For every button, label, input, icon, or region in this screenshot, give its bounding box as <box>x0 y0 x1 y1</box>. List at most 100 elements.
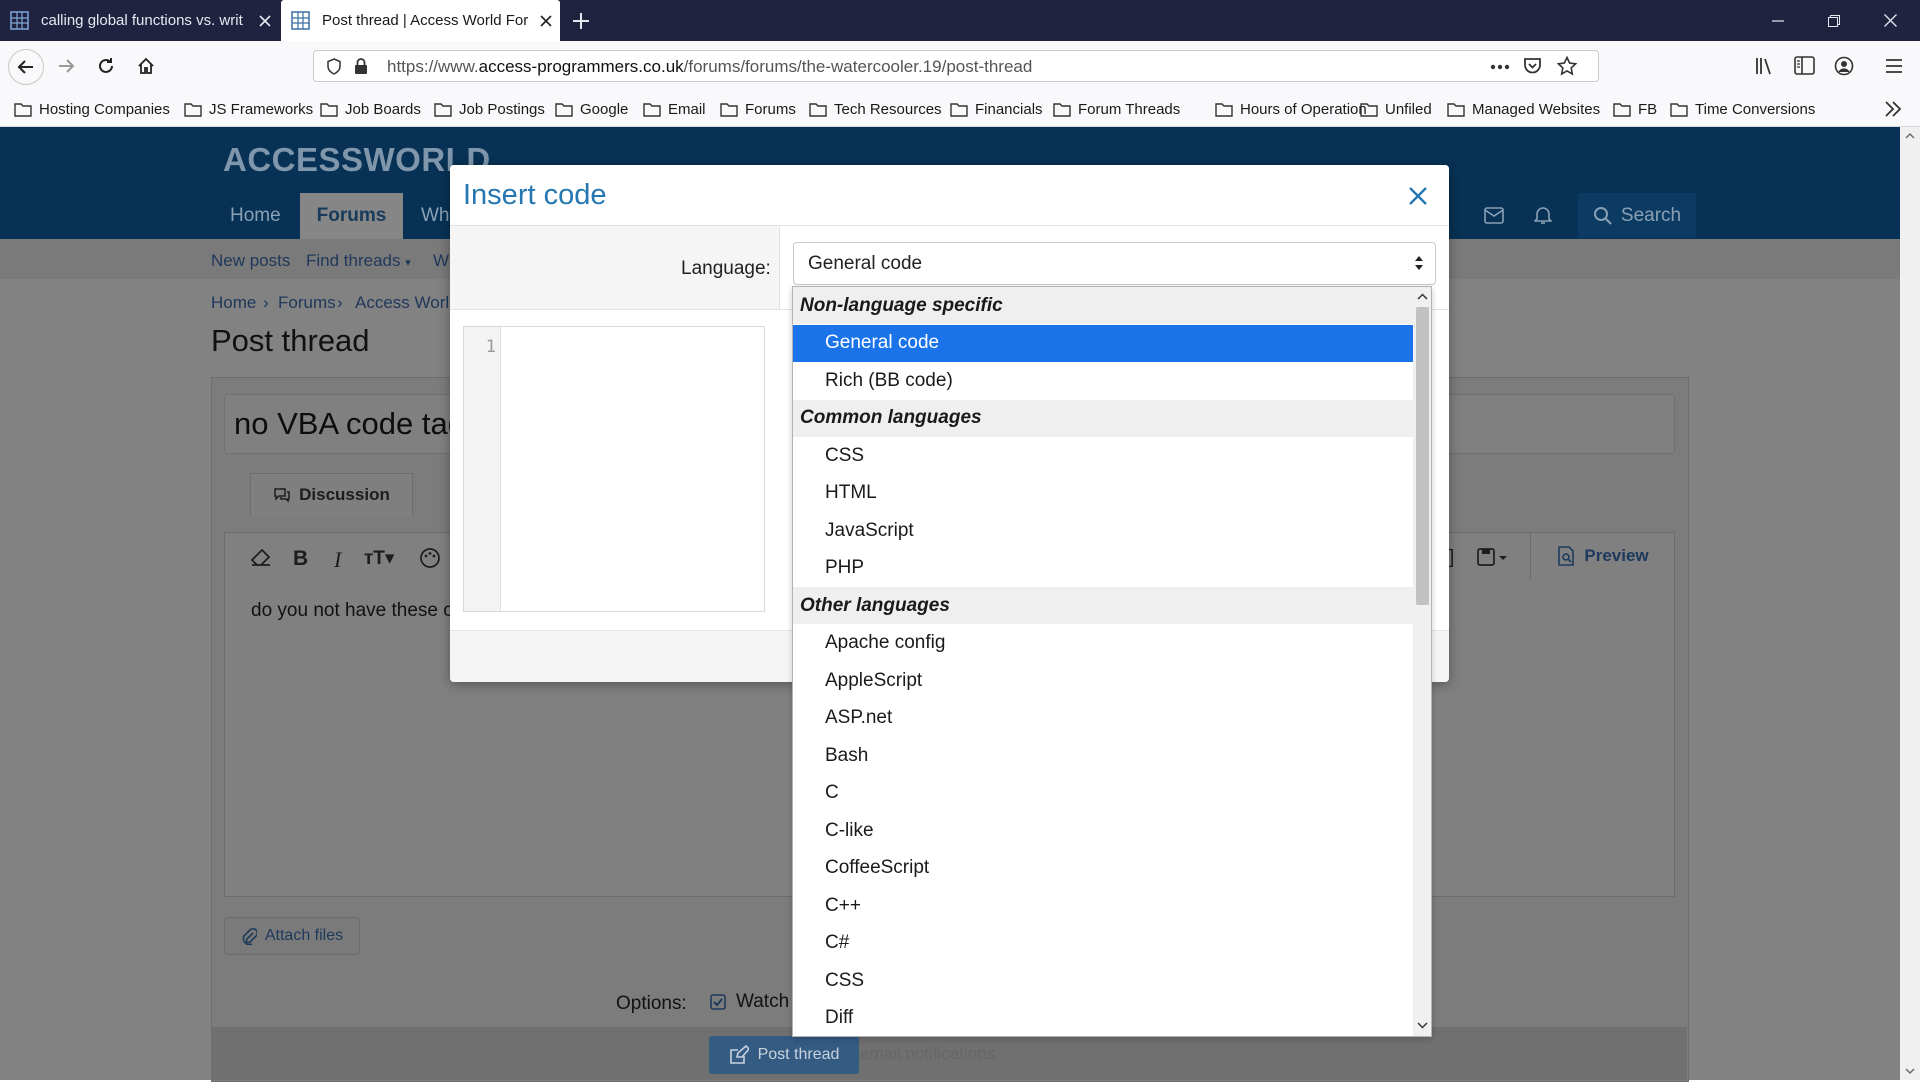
breadcrumb-forum[interactable]: Access World <box>355 293 459 313</box>
dropdown-option[interactable]: Apache config <box>793 625 1413 662</box>
address-bar[interactable]: https://www.access-programmers.co.uk/for… <box>313 50 1599 82</box>
spreadsheet-favicon-icon <box>10 11 29 30</box>
tab-close-icon[interactable] <box>251 14 279 27</box>
checkbox-checked-icon[interactable] <box>710 994 726 1010</box>
forward-button[interactable] <box>49 49 83 83</box>
browser-tab-inactive[interactable]: calling global functions vs. writ <box>0 0 279 41</box>
mail-icon[interactable] <box>1484 207 1504 224</box>
bookmark-label: Hours of Operation <box>1240 100 1367 118</box>
text-size-icon[interactable]: тТ▾ <box>364 547 394 570</box>
drafts-icon[interactable] <box>1477 547 1509 567</box>
back-button[interactable] <box>8 49 44 85</box>
tab-close-icon[interactable] <box>532 14 560 27</box>
watch-option[interactable]: Watch <box>710 991 789 1013</box>
bookmark-item[interactable]: Google <box>555 99 628 119</box>
bookmark-item[interactable]: Unfiled <box>1360 99 1432 119</box>
bookmark-item[interactable]: Tech Resources <box>809 99 942 119</box>
menu-icon[interactable] <box>1885 58 1903 74</box>
bookmark-item[interactable]: Forums <box>720 99 796 119</box>
dropdown-option[interactable]: Bash <box>793 737 1413 774</box>
message-body: do you not have these c <box>251 600 453 621</box>
dropdown-option[interactable]: General code <box>793 324 1413 362</box>
account-icon[interactable] <box>1834 56 1854 76</box>
scroll-down-icon[interactable] <box>1417 1022 1428 1029</box>
bookmark-label: Managed Websites <box>1472 100 1601 118</box>
new-posts-link[interactable]: New posts <box>211 251 290 271</box>
dialog-close-button[interactable] <box>1403 181 1433 211</box>
dropdown-option[interactable]: ASP.net <box>793 700 1413 737</box>
bell-icon[interactable] <box>1534 205 1552 225</box>
bookmark-item[interactable]: Hosting Companies <box>14 99 170 119</box>
scroll-up-icon[interactable] <box>1417 293 1428 300</box>
email-notifications-note: email notifications <box>860 1044 996 1063</box>
palette-icon[interactable] <box>419 547 441 569</box>
dropdown-option[interactable]: Rich (BB code) <box>793 362 1413 399</box>
scroll-up-icon[interactable] <box>1905 133 1915 139</box>
bookmark-item[interactable]: Email <box>643 99 706 119</box>
folder-icon <box>950 102 968 117</box>
bold-icon[interactable]: B <box>293 547 308 571</box>
code-editor[interactable]: 1 <box>463 326 765 612</box>
language-dropdown-list[interactable]: Non-language specific General code Rich (B… <box>792 286 1432 1037</box>
nav-whats-new[interactable]: Wh <box>421 193 450 238</box>
dropdown-option[interactable]: CSS <box>793 962 1413 999</box>
bookmark-item[interactable]: Time Conversions <box>1670 99 1815 119</box>
dropdown-option[interactable]: HTML <box>793 475 1413 512</box>
library-icon[interactable] <box>1755 56 1775 76</box>
sidebar-icon[interactable] <box>1794 56 1815 75</box>
preview-button[interactable]: Preview <box>1530 533 1674 579</box>
bookmark-label: Google <box>580 100 629 118</box>
restore-button[interactable] <box>1806 0 1862 41</box>
bookmark-item[interactable]: Managed Websites <box>1447 99 1600 119</box>
more-actions-icon[interactable] <box>1490 64 1510 70</box>
attach-files-button[interactable]: Attach files <box>224 917 360 955</box>
bookmark-item[interactable]: FB <box>1613 99 1657 119</box>
chevron-double-right-icon[interactable] <box>1884 101 1902 117</box>
dropdown-option[interactable]: C-like <box>793 812 1413 849</box>
bookmark-item[interactable]: Forum Threads <box>1053 99 1180 119</box>
comments-icon <box>274 488 290 503</box>
bracket-icon[interactable]: ] <box>1449 547 1454 569</box>
new-tab-button[interactable] <box>566 7 596 35</box>
dropdown-option[interactable]: C <box>793 775 1413 812</box>
dropdown-option[interactable]: JavaScript <box>793 512 1413 549</box>
bookmark-item[interactable]: Job Postings <box>434 99 545 119</box>
italic-icon[interactable]: I <box>334 547 341 573</box>
minimize-button[interactable] <box>1750 0 1806 41</box>
dropdown-option[interactable]: CSS <box>793 437 1413 474</box>
dropdown-option[interactable]: Diff <box>793 1000 1413 1037</box>
bookmark-label: JS Frameworks <box>209 100 314 118</box>
bookmark-item[interactable]: JS Frameworks <box>184 99 313 119</box>
find-threads-link[interactable]: Find threads ▾ <box>306 251 411 271</box>
bookmark-item[interactable]: Financials <box>950 99 1043 119</box>
dropdown-option[interactable]: C++ <box>793 887 1413 924</box>
pocket-icon[interactable] <box>1523 57 1542 75</box>
breadcrumb-home[interactable]: Home <box>211 293 256 313</box>
tab-discussion[interactable]: Discussion <box>250 473 413 516</box>
bookmark-star-icon[interactable] <box>1557 56 1577 76</box>
home-button[interactable] <box>129 49 163 83</box>
nav-search[interactable]: Search <box>1578 193 1696 238</box>
dropdown-option[interactable]: CoffeeScript <box>793 850 1413 887</box>
nav-forums[interactable]: Forums <box>300 193 403 239</box>
folder-icon <box>184 102 202 117</box>
eraser-icon[interactable] <box>250 547 272 567</box>
close-window-button[interactable] <box>1862 0 1918 41</box>
dropdown-option[interactable]: PHP <box>793 550 1413 587</box>
dropdown-option[interactable]: C# <box>793 925 1413 962</box>
breadcrumb-forums[interactable]: Forums <box>278 293 336 313</box>
watched-link[interactable]: W <box>433 251 449 271</box>
bookmark-item[interactable]: Job Boards <box>320 99 421 119</box>
dropdown-option[interactable]: AppleScript <box>793 662 1413 699</box>
reload-button[interactable] <box>89 49 123 83</box>
nav-home[interactable]: Home <box>230 193 281 238</box>
post-thread-button[interactable]: Post thread <box>709 1036 859 1074</box>
spreadsheet-favicon-icon <box>291 11 310 30</box>
bookmark-item[interactable]: Hours of Operation <box>1215 99 1367 119</box>
browser-tab-active[interactable]: Post thread | Access World For <box>281 0 560 41</box>
dropdown-scrollbar[interactable] <box>1413 287 1431 1036</box>
page-scrollbar[interactable] <box>1900 127 1920 1080</box>
scroll-down-icon[interactable] <box>1905 1068 1915 1074</box>
language-select[interactable]: General code <box>793 242 1436 285</box>
dropdown-scroll-thumb[interactable] <box>1416 307 1429 605</box>
